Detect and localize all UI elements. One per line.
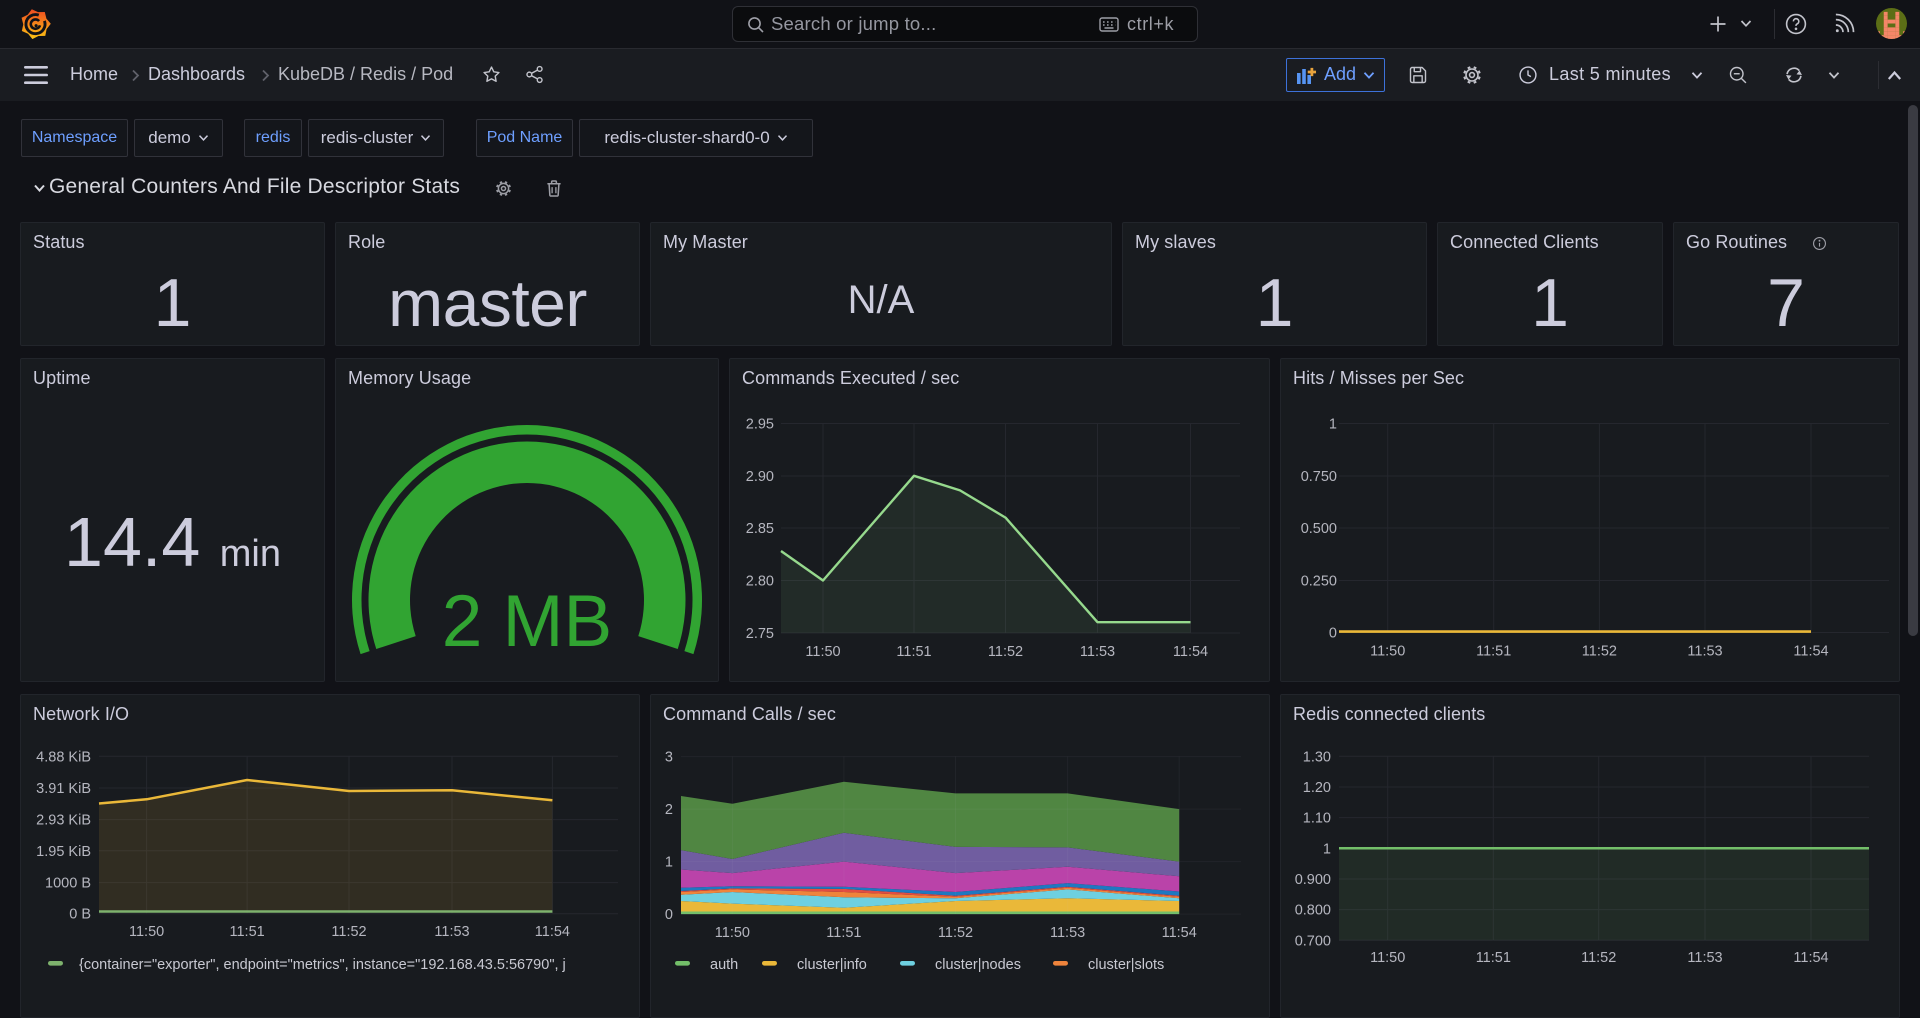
svg-text:1000 B: 1000 B [45, 876, 91, 892]
svg-text:0 B: 0 B [69, 907, 91, 923]
svg-text:0.800: 0.800 [1295, 903, 1331, 919]
svg-text:3: 3 [665, 750, 673, 766]
svg-text:11:53: 11:53 [1080, 644, 1115, 660]
svg-text:0: 0 [1329, 626, 1337, 642]
svg-text:1.30: 1.30 [1303, 749, 1331, 765]
svg-text:11:54: 11:54 [1793, 950, 1828, 966]
svg-text:0.750: 0.750 [1301, 469, 1337, 485]
svg-text:11:50: 11:50 [129, 924, 164, 940]
svg-text:2.90: 2.90 [746, 469, 774, 485]
svg-text:1.20: 1.20 [1303, 780, 1331, 796]
svg-text:0.250: 0.250 [1301, 574, 1337, 590]
svg-text:1.95 KiB: 1.95 KiB [36, 844, 91, 860]
svg-text:cluster|slots: cluster|slots [1088, 957, 1164, 973]
svg-text:11:52: 11:52 [331, 924, 366, 940]
svg-text:2.80: 2.80 [746, 574, 774, 590]
svg-text:11:53: 11:53 [1687, 950, 1722, 966]
svg-text:cluster|info: cluster|info [797, 957, 867, 973]
svg-text:0: 0 [665, 907, 673, 923]
svg-text:0.700: 0.700 [1295, 933, 1331, 949]
svg-text:11:54: 11:54 [1162, 925, 1197, 941]
svg-text:11:52: 11:52 [1582, 644, 1617, 660]
svg-text:11:53: 11:53 [434, 924, 469, 940]
svg-text:11:51: 11:51 [1476, 644, 1511, 660]
svg-text:11:52: 11:52 [938, 925, 973, 941]
svg-text:11:54: 11:54 [535, 924, 570, 940]
svg-text:11:52: 11:52 [988, 644, 1023, 660]
svg-text:2: 2 [665, 802, 673, 818]
svg-text:1.10: 1.10 [1303, 811, 1331, 827]
svg-text:2.75: 2.75 [746, 626, 774, 642]
svg-text:auth: auth [710, 957, 738, 973]
svg-text:1: 1 [665, 855, 673, 871]
svg-text:11:50: 11:50 [1370, 950, 1405, 966]
svg-text:3.91 KiB: 3.91 KiB [36, 781, 91, 797]
svg-text:11:50: 11:50 [1370, 644, 1405, 660]
svg-text:11:54: 11:54 [1173, 644, 1208, 660]
svg-text:2.93 KiB: 2.93 KiB [36, 813, 91, 829]
svg-text:11:50: 11:50 [715, 925, 750, 941]
svg-text:cluster|nodes: cluster|nodes [935, 957, 1021, 973]
svg-text:11:52: 11:52 [1581, 950, 1616, 966]
svg-text:11:51: 11:51 [229, 924, 264, 940]
svg-text:11:50: 11:50 [805, 644, 840, 660]
svg-text:11:51: 11:51 [826, 925, 861, 941]
svg-text:1: 1 [1329, 417, 1337, 433]
svg-text:2.95: 2.95 [746, 417, 774, 433]
svg-text:11:53: 11:53 [1687, 644, 1722, 660]
svg-text:{container="exporter", endpoin: {container="exporter", endpoint="metrics… [79, 957, 566, 973]
svg-text:0.900: 0.900 [1295, 872, 1331, 888]
svg-text:0.500: 0.500 [1301, 521, 1337, 537]
svg-text:1: 1 [1323, 841, 1331, 857]
svg-text:4.88 KiB: 4.88 KiB [36, 749, 91, 765]
svg-text:11:54: 11:54 [1793, 644, 1828, 660]
svg-text:2.85: 2.85 [746, 521, 774, 537]
svg-text:11:51: 11:51 [1476, 950, 1511, 966]
svg-text:11:51: 11:51 [896, 644, 931, 660]
svg-text:11:53: 11:53 [1050, 925, 1085, 941]
